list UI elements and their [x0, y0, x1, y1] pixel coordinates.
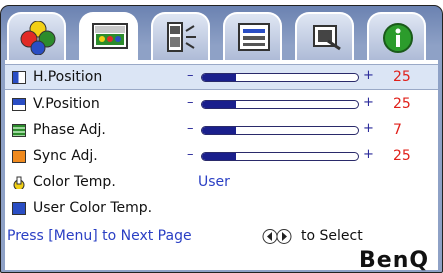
menu-item-phase-adj[interactable]: Phase Adj. – + 7 — [5, 118, 438, 144]
v-position-slider[interactable] — [201, 100, 359, 109]
phase-icon — [12, 124, 26, 137]
color-temp-label: Color Temp. — [33, 174, 116, 190]
v-position-value: 25 — [393, 96, 411, 112]
menu-item-color-temp[interactable]: Color Temp. User — [5, 170, 438, 196]
input-source-icon — [313, 25, 341, 51]
h-position-slider[interactable] — [201, 73, 359, 82]
benq-logo: BenQ — [359, 248, 430, 273]
sync-icon — [12, 150, 26, 163]
settings-panel-icon — [238, 23, 270, 51]
tab-info[interactable] — [367, 12, 426, 60]
tab-bar — [1, 6, 442, 62]
phase-adj-label: Phase Adj. — [33, 122, 106, 138]
footer: Press [Menu] to Next Page to Select BenQ — [5, 224, 438, 272]
menu-item-user-color-temp[interactable]: User Color Temp. — [5, 196, 438, 222]
phase-adj-fill — [202, 127, 237, 134]
menu-item-h-position[interactable]: H.Position – + 25 — [5, 64, 438, 90]
user-color-temp-icon — [12, 202, 26, 215]
sync-adj-value: 25 — [393, 148, 411, 164]
h-position-icon — [12, 71, 26, 84]
thermometer-icon — [13, 176, 25, 189]
select-hint: to Select — [301, 228, 363, 244]
h-position-increase[interactable]: + — [363, 68, 374, 83]
h-position-fill — [202, 74, 237, 81]
tab-source[interactable] — [295, 12, 354, 60]
left-right-arrows-icon — [262, 229, 292, 244]
info-icon — [383, 23, 413, 53]
h-position-label: H.Position — [33, 69, 103, 85]
sync-adj-slider[interactable] — [201, 152, 359, 161]
phase-adj-slider[interactable] — [201, 126, 359, 135]
v-position-increase[interactable]: + — [363, 95, 374, 110]
v-position-label: V.Position — [33, 96, 100, 112]
menu-item-v-position[interactable]: V.Position – + 25 — [5, 92, 438, 118]
sync-adj-fill — [202, 153, 237, 160]
tab-display[interactable] — [79, 12, 138, 62]
speaker-icon — [167, 22, 196, 52]
tab-audio[interactable] — [151, 12, 210, 60]
h-position-decrease[interactable]: – — [187, 68, 194, 83]
osd-screen: H.Position – + 25 V.Position – + 25 Phas… — [0, 0, 443, 273]
tab-setup[interactable] — [223, 12, 282, 60]
user-color-temp-label: User Color Temp. — [33, 200, 153, 216]
phase-adj-increase[interactable]: + — [363, 121, 374, 136]
next-page-hint: Press [Menu] to Next Page — [7, 228, 192, 244]
menu-item-sync-adj[interactable]: Sync Adj. – + 25 — [5, 144, 438, 170]
color-circles-icon — [20, 21, 56, 55]
h-position-value: 25 — [393, 69, 411, 85]
color-temp-value[interactable]: User — [198, 174, 230, 190]
tab-picture[interactable] — [7, 12, 66, 60]
sync-adj-increase[interactable]: + — [363, 147, 374, 162]
phase-adj-value: 7 — [393, 122, 402, 138]
osd-menu: H.Position – + 25 V.Position – + 25 Phas… — [0, 5, 443, 273]
sync-adj-decrease[interactable]: – — [187, 147, 194, 162]
phase-adj-decrease[interactable]: – — [187, 121, 194, 136]
v-position-decrease[interactable]: – — [187, 95, 194, 110]
v-position-fill — [202, 101, 237, 108]
v-position-icon — [12, 98, 26, 111]
sync-adj-label: Sync Adj. — [33, 148, 98, 164]
picture-adjust-icon — [92, 23, 128, 49]
